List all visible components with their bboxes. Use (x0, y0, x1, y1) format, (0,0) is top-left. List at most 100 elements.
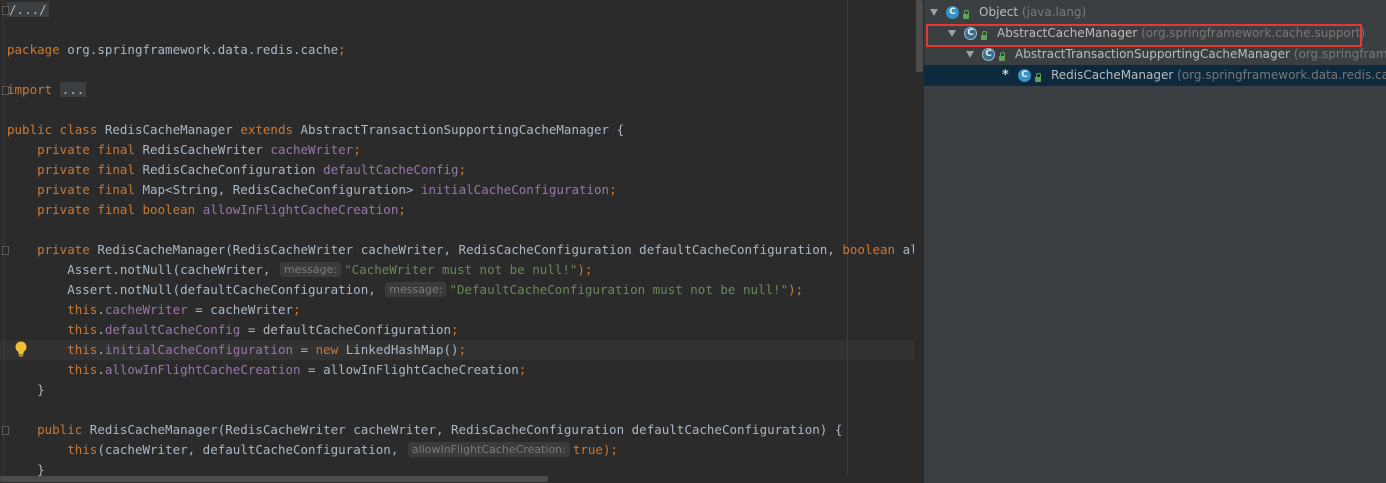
code-token: = defaultCacheConfiguration (240, 322, 452, 337)
lightbulb-icon[interactable] (14, 340, 28, 358)
code-token: ); (602, 442, 619, 457)
gutter-divider (3, 0, 4, 483)
code-token: private final (37, 182, 135, 197)
public-lock-icon (999, 52, 1005, 61)
code-token: package (7, 42, 60, 57)
code-token: true (572, 442, 603, 457)
code-token: this (67, 302, 98, 317)
code-token: defaultCacheConfig (323, 162, 459, 177)
code-line[interactable]: Assert.notNull(cacheWriter, message: "Cac… (7, 260, 592, 280)
type-hierarchy-panel[interactable]: C Object (java.lang) C AbstractCacheManager… (924, 0, 1386, 483)
class-package: (java.lang) (1021, 5, 1087, 19)
code-token: ; (398, 202, 406, 217)
code-line[interactable]: this.initialCacheConfiguration = new Lin… (7, 340, 466, 360)
code-token: . (97, 362, 105, 377)
class-name: AbstractTransactionSupportingCacheManage… (1015, 44, 1386, 65)
code-line[interactable]: this.cacheWriter = cacheWriter; (7, 300, 301, 320)
class-package: (org.springframework.data.redis.cach (1177, 68, 1386, 82)
parameter-hint: message: (385, 282, 447, 297)
code-token: ; (458, 162, 467, 177)
code-token: cacheWriter (104, 302, 188, 317)
public-lock-icon (1035, 73, 1041, 82)
code-token: } (7, 462, 45, 477)
class-name-text: RedisCacheManager (1051, 68, 1174, 82)
code-token: org.springframework.data.redis.cache (59, 42, 339, 57)
code-line[interactable]: public RedisCacheManager(RedisCacheWrite… (7, 420, 842, 440)
class-icon: C (1018, 69, 1031, 82)
class-name: RedisCacheManager (org.springframework.d… (1051, 65, 1386, 86)
annotation-highlight-box (926, 24, 1362, 47)
code-line[interactable]: package org.springframework.data.redis.c… (7, 40, 346, 60)
class-name-text: Object (979, 5, 1019, 19)
vertical-scrollbar-thumb[interactable] (916, 0, 923, 72)
code-token: ); (788, 282, 804, 297)
code-token: = cacheWriter (187, 302, 294, 317)
code-token: RedisCacheConfiguration (134, 162, 324, 177)
code-line[interactable]: public class RedisCacheManager extends A… (7, 120, 624, 140)
code-line[interactable]: this(cacheWriter, defaultCacheConfigurat… (7, 440, 618, 460)
code-line[interactable]: private final RedisCacheConfiguration de… (7, 160, 466, 180)
code-token: /.../ (7, 2, 49, 17)
code-token: Map<String, RedisCacheConfiguration> (134, 182, 421, 197)
class-name: Object (java.lang) (979, 2, 1086, 23)
code-token: allowInFlightCacheCreation (202, 202, 399, 217)
code-line[interactable]: } (7, 380, 45, 400)
horizontal-scrollbar-thumb[interactable] (0, 476, 548, 482)
code-token: public (37, 422, 83, 437)
code-token: RedisCacheManager (97, 122, 241, 137)
class-name-text: AbstractTransactionSupportingCacheManage… (1015, 47, 1290, 61)
fold-marker-icon[interactable] (2, 426, 9, 435)
code-token: ; (293, 302, 301, 317)
class-icon: C (946, 6, 959, 19)
code-line[interactable]: this.defaultCacheConfig = defaultCacheCo… (7, 320, 459, 340)
code-token: defaultCacheConfig (104, 322, 241, 337)
code-line[interactable]: import ... (7, 80, 87, 100)
code-token: = allowInFlightCacheCreation (300, 362, 519, 377)
code-token: } (7, 382, 45, 397)
code-token: ... (59, 82, 87, 97)
code-line[interactable]: private final boolean allowInFlightCache… (7, 200, 406, 220)
hierarchy-row[interactable]: * C RedisCacheManager (org.springframework… (924, 65, 1386, 86)
code-token: boolean (842, 242, 896, 257)
parameter-hint: message: (279, 262, 342, 277)
code-token: ; (609, 182, 617, 197)
fold-marker-icon[interactable] (2, 6, 9, 15)
code-line[interactable]: /.../ (7, 0, 49, 20)
code-token: ; (451, 322, 459, 337)
expand-arrow-icon[interactable] (966, 51, 974, 58)
code-token: extends (240, 122, 293, 137)
code-token: private final (37, 142, 135, 157)
code-token: ; (458, 342, 467, 357)
code-token: initialCacheConfiguration (420, 182, 610, 197)
code-line[interactable]: private final Map<String, RedisCacheConf… (7, 180, 617, 200)
fold-marker-icon[interactable] (2, 86, 9, 95)
code-token: public class (7, 122, 98, 137)
code-editor[interactable]: /.../ package org.springframework.data.re… (0, 0, 924, 483)
code-token: this (67, 342, 98, 357)
vertical-scrollbar[interactable] (914, 0, 924, 483)
code-token: "CacheWriter must not be null!" (344, 262, 578, 277)
code-token: Assert.notNull(defaultCacheConfiguration… (7, 282, 384, 297)
hierarchy-row[interactable]: C AbstractTransactionSupportingCacheManag… (924, 44, 1386, 65)
expand-arrow-icon[interactable] (930, 9, 938, 16)
code-token: initialCacheConfiguration (104, 342, 294, 357)
code-token: ; (518, 362, 527, 377)
parameter-hint: allowInFlightCacheCreation: (407, 442, 570, 457)
fold-marker-icon[interactable] (2, 246, 9, 255)
code-token: RedisCacheWriter (134, 142, 271, 157)
code-token: private (37, 242, 90, 257)
code-token: ); (577, 262, 593, 277)
code-line[interactable]: Assert.notNull(defaultCacheConfiguration… (7, 280, 803, 300)
code-line[interactable]: private final RedisCacheWriter cacheWrit… (7, 140, 361, 160)
code-token: private final (37, 162, 135, 177)
code-line[interactable]: private RedisCacheManager(RedisCacheWrit… (7, 240, 924, 260)
code-line[interactable]: this.allowInFlightCacheCreation = allowI… (7, 360, 526, 380)
hierarchy-row[interactable]: C Object (java.lang) (924, 2, 1386, 23)
code-token: RedisCacheManager(RedisCacheWriter cache… (89, 242, 843, 257)
